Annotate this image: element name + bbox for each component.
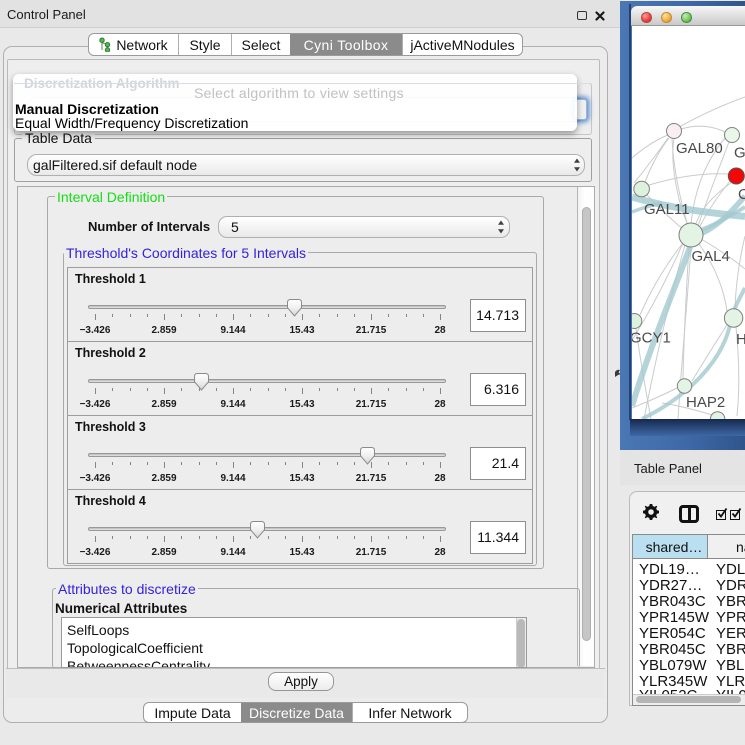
svg-text:HAP2: HAP2 (686, 394, 725, 411)
svg-text:GAL80: GAL80 (676, 140, 723, 157)
svg-text:GCY1: GCY1 (632, 330, 671, 347)
svg-text:HIS4: HIS4 (736, 331, 745, 348)
svg-text:CYC8: CYC8 (738, 186, 745, 203)
svg-text:GAL3: GAL3 (734, 145, 745, 162)
svg-text:GAL4: GAL4 (692, 248, 730, 265)
svg-text:GAL11: GAL11 (644, 201, 690, 218)
